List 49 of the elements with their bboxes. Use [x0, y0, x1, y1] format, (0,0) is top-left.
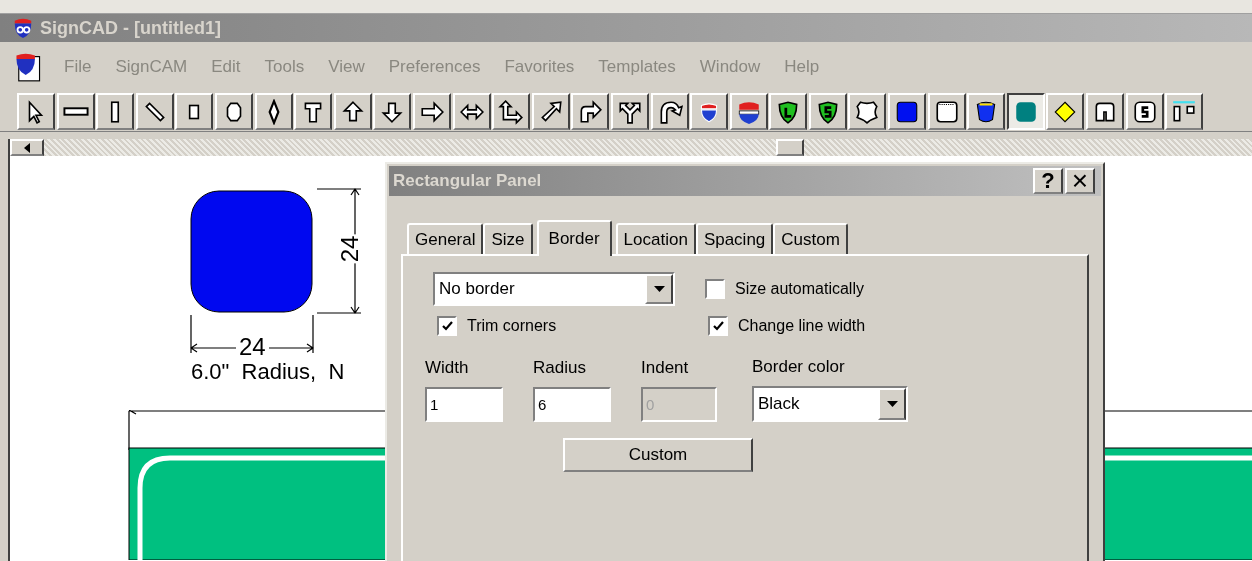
- dialog-tab[interactable]: Custom: [773, 223, 848, 254]
- caret-icon: [886, 400, 898, 407]
- checkbox-label: Size automatically: [735, 279, 864, 299]
- checkbox-square[interactable]: [437, 316, 457, 336]
- dropdown-button[interactable]: [878, 387, 906, 420]
- number-field[interactable]: 1: [425, 386, 503, 422]
- toolbar-button[interactable]: [1006, 93, 1045, 130]
- custom-button[interactable]: Custom: [563, 437, 753, 472]
- number-field[interactable]: 6: [533, 386, 611, 422]
- horizontal-scrollbar[interactable]: [10, 139, 1252, 156]
- document-logo-icon: [14, 52, 42, 82]
- caret-icon: [24, 142, 30, 153]
- field-label: Border color: [752, 356, 846, 378]
- corner-arrow-icon: [498, 98, 525, 125]
- help-button[interactable]: ?: [1033, 168, 1063, 194]
- field-label: Indent: [641, 357, 690, 379]
- dialog-tab[interactable]: Spacing: [695, 223, 774, 254]
- dropdown-value: Black: [757, 392, 801, 415]
- checkmark-icon: [712, 321, 724, 331]
- checkbox[interactable]: Trim corners: [437, 314, 708, 338]
- checkbox[interactable]: Change line width: [708, 314, 866, 338]
- panel-caption: 6.0" Radius, N: [191, 361, 345, 383]
- panel-icon: [933, 98, 960, 125]
- checkbox-label: Trim corners: [467, 316, 557, 336]
- caret-icon: [653, 286, 665, 292]
- scroll-thumb[interactable]: [776, 139, 804, 156]
- field-label: Width: [425, 357, 470, 379]
- close-button[interactable]: ×: [1065, 168, 1095, 194]
- shield-icon: [854, 98, 881, 125]
- s-sign-icon: [1131, 98, 1158, 125]
- window-title: SignCAD - [untitled1]: [40, 16, 221, 40]
- scroll-left-button[interactable]: [10, 139, 44, 156]
- checkbox-label: Change line width: [738, 316, 866, 336]
- horizontal-bar-icon: [62, 107, 89, 116]
- checkmark-icon: [441, 321, 453, 331]
- dialog-title: Rectangular Panel: [393, 170, 542, 193]
- dialog-tab[interactable]: Border: [536, 220, 612, 256]
- dialog-tab[interactable]: Size: [483, 223, 533, 254]
- dialog-tab[interactable]: Location: [615, 223, 696, 254]
- checkbox-square[interactable]: [705, 279, 725, 299]
- border-style-dropdown[interactable]: No border: [433, 272, 675, 306]
- checkbox[interactable]: Size automatically: [705, 277, 864, 301]
- app-logo-icon: [12, 17, 34, 39]
- field-label: Radius: [533, 357, 587, 379]
- dialog-tab[interactable]: General: [407, 223, 484, 254]
- dropdown-value: No border: [438, 278, 516, 301]
- checkbox-square[interactable]: [708, 316, 728, 336]
- dropdown-button[interactable]: [645, 274, 673, 304]
- border-color-dropdown[interactable]: Black: [752, 385, 908, 422]
